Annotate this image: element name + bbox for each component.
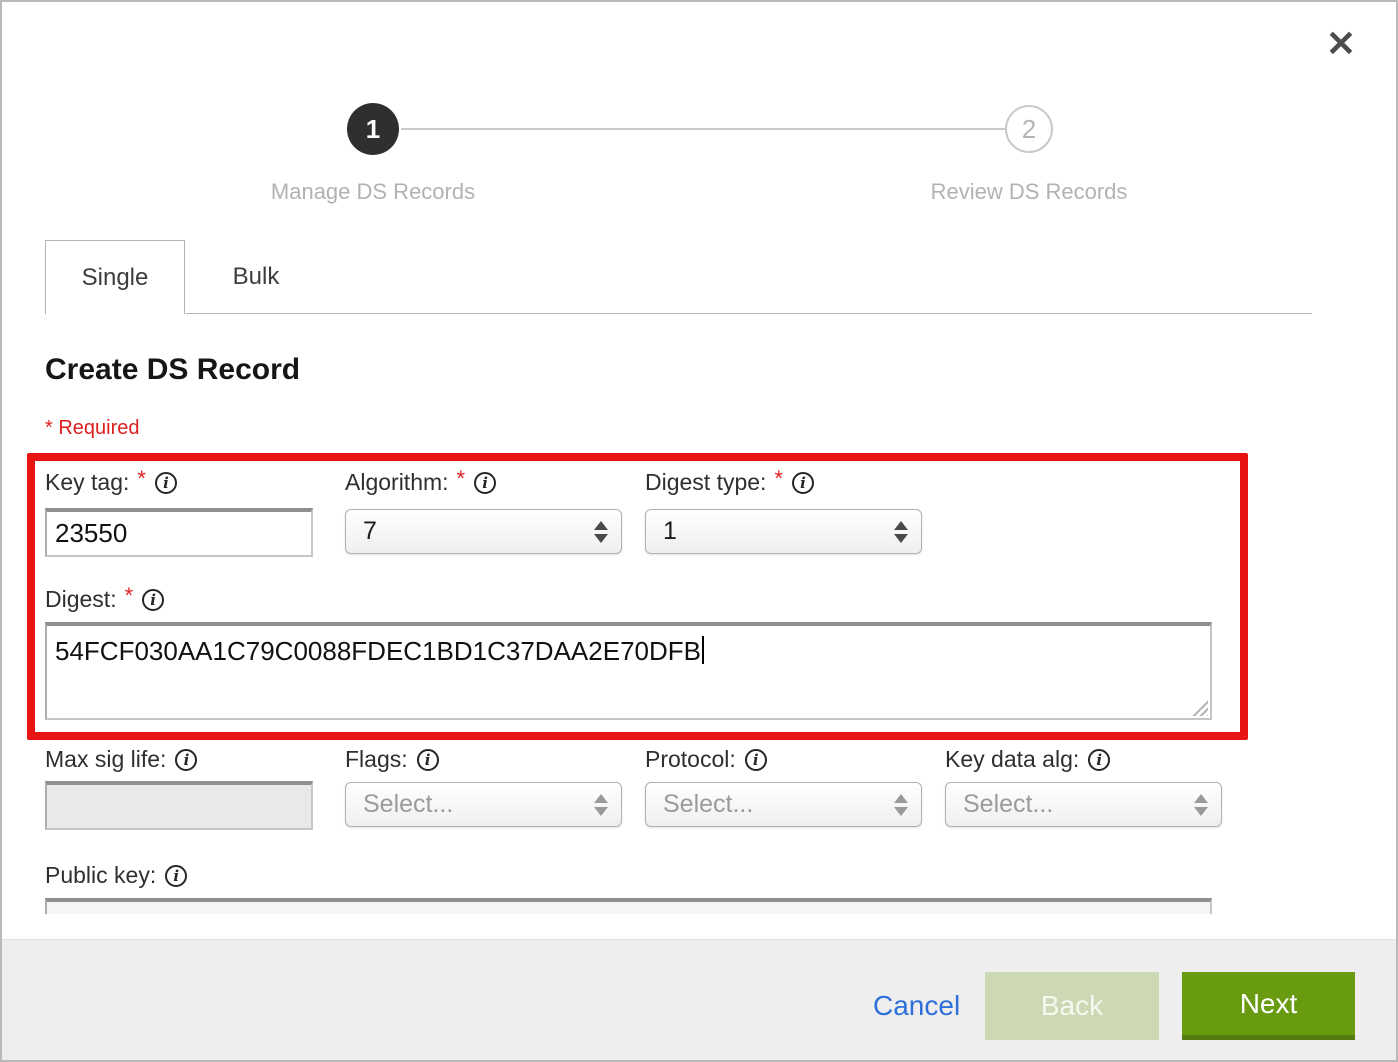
select-stepper-icon <box>894 794 908 816</box>
digest-type-label: Digest type: * i <box>645 469 814 496</box>
info-icon[interactable]: i <box>474 472 496 494</box>
required-asterisk: * <box>457 466 466 492</box>
key-data-alg-select-value: Select... <box>963 790 1053 819</box>
info-icon[interactable]: i <box>142 589 164 611</box>
step-connector-line <box>401 128 1005 130</box>
digest-type-label-text: Digest type: <box>645 469 766 496</box>
step-2-indicator: 2 <box>1005 105 1053 153</box>
digest-label-text: Digest: <box>45 586 117 613</box>
required-asterisk: * <box>125 583 134 609</box>
info-icon[interactable]: i <box>792 472 814 494</box>
text-cursor <box>702 636 704 664</box>
protocol-select[interactable]: Select... <box>645 782 922 827</box>
digest-label: Digest: * i <box>45 586 164 613</box>
max-sig-life-label: Max sig life: i <box>45 746 197 773</box>
info-icon[interactable]: i <box>745 749 767 771</box>
digest-value: 54FCF030AA1C79C0088FDEC1BD1C37DAA2E70DFB <box>55 636 701 666</box>
algorithm-select[interactable]: 7 <box>345 509 622 554</box>
max-sig-life-input[interactable] <box>45 781 313 830</box>
resize-handle[interactable] <box>1191 699 1208 716</box>
info-icon[interactable]: i <box>155 472 177 494</box>
step-2-label: Review DS Records <box>904 179 1154 205</box>
close-icon[interactable]: ✕ <box>1326 26 1356 62</box>
required-asterisk: * <box>774 466 783 492</box>
public-key-textarea[interactable] <box>45 898 1212 914</box>
info-icon[interactable]: i <box>175 749 197 771</box>
max-sig-life-label-text: Max sig life: <box>45 746 166 773</box>
flags-select[interactable]: Select... <box>345 782 622 827</box>
select-stepper-icon <box>894 521 908 543</box>
required-asterisk: * <box>137 466 146 492</box>
digest-type-select-value: 1 <box>663 517 677 546</box>
select-stepper-icon <box>1194 794 1208 816</box>
key-tag-label-text: Key tag: <box>45 469 129 496</box>
back-button[interactable]: Back <box>985 972 1159 1040</box>
select-stepper-icon <box>594 521 608 543</box>
digest-type-select[interactable]: 1 <box>645 509 922 554</box>
flags-label: Flags: i <box>345 746 439 773</box>
next-button[interactable]: Next <box>1182 972 1355 1040</box>
protocol-select-value: Select... <box>663 790 753 819</box>
digest-textarea[interactable]: 54FCF030AA1C79C0088FDEC1BD1C37DAA2E70DFB <box>45 622 1212 720</box>
key-data-alg-label: Key data alg: i <box>945 746 1110 773</box>
info-icon[interactable]: i <box>1088 749 1110 771</box>
info-icon[interactable]: i <box>165 865 187 887</box>
step-1-indicator: 1 <box>347 103 399 155</box>
key-data-alg-label-text: Key data alg: <box>945 746 1079 773</box>
algorithm-label-text: Algorithm: <box>345 469 449 496</box>
protocol-label: Protocol: i <box>645 746 767 773</box>
step-1-label: Manage DS Records <box>248 179 498 205</box>
tab-single[interactable]: Single <box>45 240 185 314</box>
key-tag-input[interactable] <box>45 508 313 557</box>
algorithm-label: Algorithm: * i <box>345 469 496 496</box>
cancel-button[interactable]: Cancel <box>873 990 960 1022</box>
info-icon[interactable]: i <box>417 749 439 771</box>
public-key-label-text: Public key: <box>45 862 156 889</box>
key-tag-label: Key tag: * i <box>45 469 177 496</box>
flags-label-text: Flags: <box>345 746 408 773</box>
protocol-label-text: Protocol: <box>645 746 736 773</box>
flags-select-value: Select... <box>363 790 453 819</box>
key-data-alg-select[interactable]: Select... <box>945 782 1222 827</box>
tab-bulk[interactable]: Bulk <box>186 240 326 314</box>
create-ds-record-modal: ✕ 1 2 Manage DS Records Review DS Record… <box>0 0 1398 1062</box>
tab-divider-line <box>186 313 1312 314</box>
required-note: * Required <box>45 417 140 440</box>
public-key-label: Public key: i <box>45 862 187 889</box>
algorithm-select-value: 7 <box>363 517 377 546</box>
page-title: Create DS Record <box>45 353 300 387</box>
select-stepper-icon <box>594 794 608 816</box>
